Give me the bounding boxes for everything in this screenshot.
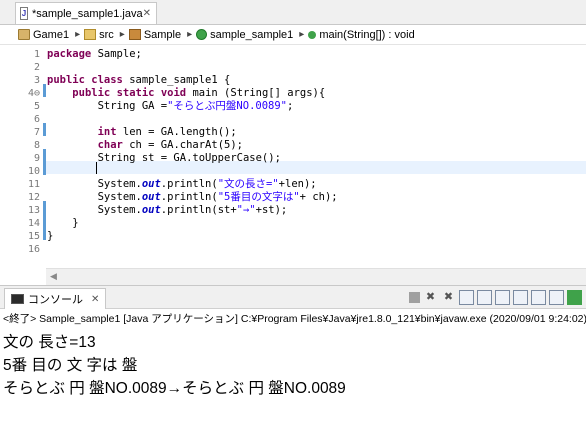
code-line[interactable]: 4⊖ public static void main (String[] arg…: [0, 87, 586, 100]
line-number: 14: [27, 218, 40, 229]
open-console-icon[interactable]: [549, 290, 564, 305]
console-tab[interactable]: コンソール ✕: [4, 288, 107, 309]
code-line[interactable]: 9 String st = GA.toUpperCase();: [0, 152, 586, 165]
code-text: public static void main (String[] args){: [72, 87, 326, 99]
terminate-icon[interactable]: [409, 292, 420, 303]
project-icon: [18, 29, 30, 40]
method-icon: [308, 30, 317, 39]
code-line[interactable]: 13 System.out.println(st+"→"+st);: [0, 204, 586, 217]
console-output-line: そらとぶ 円 盤NO.0089→そらとぶ 円 盤NO.0089: [3, 380, 346, 397]
class-icon: [196, 29, 208, 40]
folder-icon: [84, 29, 97, 40]
remove-all-icon[interactable]: ✖: [441, 290, 456, 305]
line-number: 9: [33, 153, 40, 164]
breadcrumb-item-package[interactable]: Sample: [128, 28, 182, 41]
code-line[interactable]: 5 String GA ="そらとぶ円盤NO.0089";: [0, 100, 586, 113]
code-text: System.out.println("文の長さ="+len);: [47, 178, 317, 190]
breadcrumb-item-class[interactable]: sample_sample1: [196, 29, 293, 41]
breadcrumb-label: main(String[]) : void: [319, 28, 415, 41]
text-caret: [96, 162, 97, 174]
chevron-right-icon: ▸: [75, 29, 81, 40]
line-number: 8: [33, 140, 40, 151]
code-line[interactable]: 15}: [0, 230, 586, 243]
breadcrumb-label: Sample: [143, 28, 182, 41]
editor-tab-bar: J *sample_sample1.java ✕: [0, 0, 586, 25]
editor-tab-title: *sample_sample1.java: [31, 7, 143, 20]
chevron-right-icon: ▸: [119, 29, 125, 40]
console-tab-bar: コンソール ✕ ✖ ✖: [0, 285, 586, 309]
breadcrumb-label: Game1: [33, 28, 70, 41]
close-icon[interactable]: ✕: [143, 8, 151, 19]
chevron-right-icon: ▸: [299, 29, 305, 40]
code-text: public class sample_sample1 {: [47, 74, 231, 86]
console-output-line: 文の 長さ=13: [3, 334, 96, 351]
word-wrap-icon[interactable]: [495, 290, 510, 305]
console-tab-title: コンソール: [28, 294, 83, 306]
line-number: 7: [33, 127, 40, 138]
pin-console-icon[interactable]: [513, 290, 528, 305]
code-line[interactable]: 6: [0, 113, 586, 126]
line-number: 12: [27, 192, 40, 203]
line-number: 5: [33, 101, 40, 112]
line-number: 4⊖: [27, 88, 40, 99]
editor-tab[interactable]: J *sample_sample1.java ✕: [15, 2, 157, 24]
code-text: }: [47, 217, 79, 229]
code-text: String GA ="そらとぶ円盤NO.0089";: [47, 100, 294, 112]
package-icon: [128, 29, 141, 40]
code-text: System.out.println(st+"→"+st);: [47, 204, 288, 216]
code-text: }: [47, 230, 54, 242]
code-text: String st = GA.toUpperCase();: [47, 152, 281, 164]
line-number: 3: [33, 75, 40, 86]
code-line[interactable]: 1 package Sample;: [0, 48, 586, 61]
line-number: 1: [33, 49, 40, 60]
breadcrumb: Game1 ▸ src ▸ Sample ▸ sample_sample1 ▸ …: [0, 25, 586, 45]
line-number: 10: [27, 166, 40, 177]
code-line[interactable]: 10: [0, 165, 586, 178]
breadcrumb-label: sample_sample1: [210, 28, 294, 41]
line-number: 11: [27, 179, 40, 190]
chevron-right-icon: ▸: [187, 29, 193, 40]
line-number: 2: [33, 62, 40, 73]
breadcrumb-item-method[interactable]: main(String[]) : void: [308, 28, 415, 41]
console-status: <終了> Sample_sample1 [Java アプリケーション] C:¥P…: [3, 313, 586, 325]
code-line[interactable]: 2: [0, 61, 586, 74]
code-line[interactable]: 11 System.out.println("文の長さ="+len);: [0, 178, 586, 191]
code-line[interactable]: 12 System.out.println("5番目の文字は"+ ch);: [0, 191, 586, 204]
line-number: 15: [27, 231, 40, 242]
horizontal-scrollbar[interactable]: ◀: [46, 268, 586, 285]
java-file-icon: J: [20, 7, 28, 20]
code-line[interactable]: 16: [0, 243, 586, 256]
console-icon: [11, 294, 24, 304]
line-number: 16: [27, 244, 40, 255]
console-toolbar: ✖ ✖: [406, 290, 582, 305]
code-text: char ch = GA.charAt(5);: [97, 139, 243, 151]
clear-console-icon[interactable]: [459, 290, 474, 305]
code-text: package Sample;: [47, 48, 142, 60]
code-line[interactable]: 3 public class sample_sample1 {: [0, 74, 586, 87]
line-number: 13: [27, 205, 40, 216]
console-output-line: 5番 目の 文 字は 盤: [3, 357, 138, 374]
scroll-left-icon[interactable]: ◀: [50, 271, 57, 282]
code-line[interactable]: 8 char ch = GA.charAt(5);: [0, 139, 586, 152]
code-editor[interactable]: 1 package Sample; 2 3 public class sample_sa…: [0, 46, 586, 268]
breadcrumb-label: src: [99, 28, 114, 41]
code-line[interactable]: 7 int len = GA.length();: [0, 126, 586, 139]
breadcrumb-item-project[interactable]: Game1: [18, 29, 69, 41]
code-text: int len = GA.length();: [97, 126, 237, 138]
breadcrumb-item-src[interactable]: src: [84, 29, 114, 41]
line-number: 6: [33, 114, 40, 125]
new-console-icon[interactable]: [567, 290, 582, 305]
code-text: System.out.println("5番目の文字は"+ ch);: [47, 191, 338, 203]
remove-launch-icon[interactable]: ✖: [423, 290, 438, 305]
scroll-lock-icon[interactable]: [477, 290, 492, 305]
code-line[interactable]: 14 }: [0, 217, 586, 230]
close-icon[interactable]: ✕: [91, 294, 99, 305]
display-console-icon[interactable]: [531, 290, 546, 305]
